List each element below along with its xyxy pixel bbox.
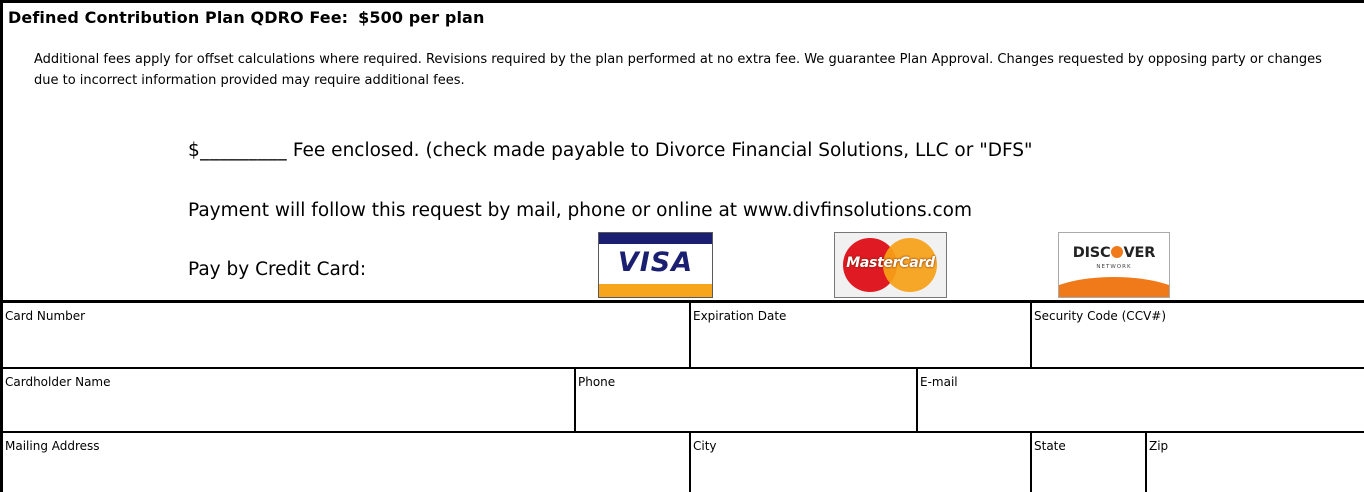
- state-field[interactable]: State: [1030, 433, 1145, 492]
- mastercard-logo: MasterCard: [834, 232, 947, 298]
- visa-logo-text: VISA: [617, 247, 694, 278]
- email-label: E-mail: [920, 375, 958, 389]
- zip-field[interactable]: Zip: [1145, 433, 1364, 492]
- state-label: State: [1034, 439, 1066, 453]
- card-number-label: Card Number: [5, 309, 86, 323]
- mailing-address-field[interactable]: Mailing Address: [3, 433, 689, 492]
- fee-heading-price: $500 per plan: [358, 8, 485, 27]
- city-field[interactable]: City: [689, 433, 1030, 492]
- cardholder-name-label: Cardholder Name: [5, 375, 111, 389]
- payment-follow-line: Payment will follow this request by mail…: [188, 200, 972, 221]
- pay-by-credit-card-label: Pay by Credit Card:: [188, 259, 367, 280]
- fee-notes: Additional fees apply for offset calcula…: [34, 52, 1322, 88]
- security-code-label: Security Code (CCV#): [1034, 309, 1167, 323]
- city-label: City: [693, 439, 717, 453]
- discover-network-text: NETWORK: [1096, 264, 1132, 270]
- form-row-card: Card Number Expiration Date Security Cod…: [3, 303, 1364, 369]
- discover-logo-text: DISC VER: [1072, 245, 1156, 261]
- card-number-field[interactable]: Card Number: [3, 303, 689, 367]
- email-field[interactable]: E-mail: [916, 369, 1364, 431]
- cardholder-name-field[interactable]: Cardholder Name: [3, 369, 574, 431]
- fee-heading-title: Defined Contribution Plan QDRO Fee:: [8, 8, 349, 27]
- discover-logo: DISC VER NETWORK: [1058, 232, 1170, 298]
- fee-enclosed-line: $_________ Fee enclosed. (check made pay…: [188, 140, 1033, 161]
- form-row-cardholder: Cardholder Name Phone E-mail: [3, 369, 1364, 433]
- expiration-date-field[interactable]: Expiration Date: [689, 303, 1030, 367]
- fee-enclosed-text: Fee enclosed. (check made payable to Div…: [287, 140, 1033, 161]
- fee-heading: Defined Contribution Plan QDRO Fee: $500 …: [8, 8, 484, 27]
- visa-logo: VISA: [598, 232, 713, 298]
- form-row-address: Mailing Address City State Zip: [3, 433, 1364, 492]
- security-code-field[interactable]: Security Code (CCV#): [1030, 303, 1364, 367]
- mastercard-logo-text: MasterCard: [846, 255, 935, 271]
- expiration-date-label: Expiration Date: [693, 309, 787, 323]
- phone-field[interactable]: Phone: [574, 369, 916, 431]
- mailing-address-label: Mailing Address: [5, 439, 100, 453]
- phone-label: Phone: [578, 375, 616, 389]
- fee-amount-blank[interactable]: $_________: [188, 140, 287, 161]
- credit-card-form: Card Number Expiration Date Security Cod…: [3, 300, 1364, 492]
- zip-label: Zip: [1149, 439, 1169, 453]
